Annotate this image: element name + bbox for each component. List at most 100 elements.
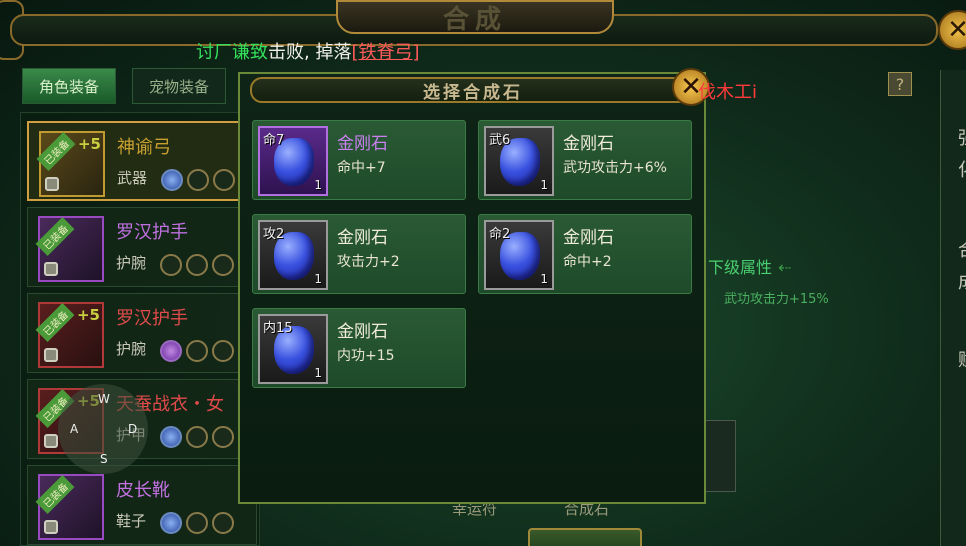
equipment-row[interactable]: 已装备 皮长靴 鞋子 [27,465,257,545]
gem-slot-empty [212,254,234,276]
next-level-attribute: 下级属性 ⇠ [708,254,791,278]
dialog-header: 选择合成石 [250,77,696,103]
equipment-row[interactable]: 已装备 罗汉护手 护腕 [27,207,257,287]
synthesize-button[interactable] [528,528,642,546]
equipped-badge: 已装备 [36,132,76,171]
player-tag: 伐木工i [698,82,758,103]
equipment-type: 武器 [117,169,148,187]
stone-card[interactable]: 武6 1 金刚石 武功攻击力+6% [478,120,692,200]
next-attr-label: 下级属性 [708,258,773,277]
key-w[interactable]: W [98,392,110,406]
stone-name: 金刚石 [337,134,388,154]
enhance-level: +5 [76,306,100,324]
bracer-icon: 已装备 +5 [35,302,104,368]
stone-slot: 武6 1 [484,126,554,196]
gem-slot-filled [160,426,182,448]
gem-slot-empty [160,254,182,276]
side-char: 强 [958,124,966,150]
gem-slot-filled [160,512,182,534]
lock-icon [44,520,58,534]
gem-slots [161,169,235,191]
gem-slot-empty [186,254,208,276]
stone-count: 1 [314,272,322,286]
lock-icon [44,434,58,448]
key-d[interactable]: D [128,422,137,436]
stone-name: 金刚石 [563,228,614,248]
gem-slots [160,254,234,276]
gem-slot-empty [212,340,234,362]
equipment-name: 皮长靴 [116,480,170,501]
equipped-badge: 已装备 [35,303,75,342]
stone-name: 金刚石 [337,228,388,248]
wasd-joystick[interactable]: W A D S [58,384,148,474]
gem-slot-empty [212,426,234,448]
stone-card[interactable]: 命7 1 金刚石 命中+7 [252,120,466,200]
equipment-name: 罗汉护手 [116,308,188,329]
equipment-type: 护腕 [116,254,147,272]
message-text: 击败, 掉落 [268,42,352,63]
stone-card[interactable]: 攻2 1 金刚石 攻击力+2 [252,214,466,294]
next-attr-value: 武功攻击力+15% [724,292,829,307]
equipment-name: 神谕弓 [117,137,171,158]
stone-effect: 武功攻击力+6% [563,160,667,176]
stone-slot: 攻2 1 [258,220,328,290]
select-stone-dialog: 选择合成石 命7 1 金刚石 命中+7 武6 1 金刚石 武功攻击力+6% 攻2 [238,72,706,504]
gem-slots [160,340,234,362]
tab-character-equipment[interactable]: 角色装备 [22,68,116,104]
stone-slot: 命2 1 [484,220,554,290]
gem-slot-empty [213,169,235,191]
material-slot[interactable] [704,420,736,492]
stone-name: 金刚石 [563,134,614,154]
stone-count: 1 [540,178,548,192]
title-plaque: 合成 [336,0,614,35]
item-link[interactable]: [铁脊弓] [351,42,419,63]
bow-icon: 已装备 +5 [36,131,105,197]
gem-slot-filled [161,169,183,191]
stone-card[interactable]: 内15 1 金刚石 内功+15 [252,308,466,388]
side-char: 成 [958,268,966,294]
equipment-row[interactable]: 已装备 +5 罗汉护手 护腕 [27,293,257,373]
equipment-row[interactable]: 已装备 +5 神谕弓 武器 [27,121,257,201]
gem-slots [160,426,234,448]
lock-icon [44,348,58,362]
enhance-level: +5 [77,135,101,153]
key-s[interactable]: S [100,452,108,466]
side-char: 化 [958,156,966,182]
equipment-type: 鞋子 [116,512,147,530]
game-screen: 合成 ✕ 讨厂谦致击败, 掉落[铁脊弓] 角色装备 宠物装备 已装备 +5 神谕… [0,0,966,546]
gem-slot-filled [160,340,182,362]
stone-name: 金刚石 [337,322,388,342]
help-label: ? [895,74,905,94]
stone-effect: 内功+15 [337,348,395,364]
gem-slot-empty [186,340,208,362]
stone-card[interactable]: 命2 1 金刚石 命中+2 [478,214,692,294]
tab-pet-equipment[interactable]: 宠物装备 [132,68,226,104]
stone-slot: 内15 1 [258,314,328,384]
arrow-left-icon: ⇠ [778,258,792,277]
gem-slot-empty [186,512,208,534]
stone-level: 内15 [263,321,293,336]
key-a[interactable]: A [70,422,78,436]
stone-effect: 攻击力+2 [337,254,400,270]
boots-icon: 已装备 [35,474,104,540]
side-char: 合 [958,236,966,262]
stone-level: 攻2 [263,227,285,242]
equipment-list[interactable]: 已装备 +5 神谕弓 武器 已装备 罗汉护手 护腕 已装备 +5 罗汉护手 护腕… [20,112,260,546]
side-char: 赋 [958,346,966,372]
stone-level: 命2 [489,227,511,242]
bracer-icon: 已装备 [35,216,104,282]
stone-count: 1 [314,178,322,192]
stone-effect: 命中+7 [337,160,386,176]
lock-icon [45,177,59,191]
system-message: 讨厂谦致击败, 掉落[铁脊弓] [196,38,420,64]
help-button[interactable]: ? [888,72,912,96]
gem-slot-empty [186,426,208,448]
gem-slot-empty [187,169,209,191]
player-name[interactable]: 讨厂谦致 [196,42,268,63]
gem-slots [160,512,234,534]
stone-count: 1 [314,366,322,380]
stone-level: 命7 [263,133,285,148]
equipped-badge: 已装备 [35,475,75,514]
equipment-name: 罗汉护手 [116,222,188,243]
window-title: 合成 [442,4,507,35]
